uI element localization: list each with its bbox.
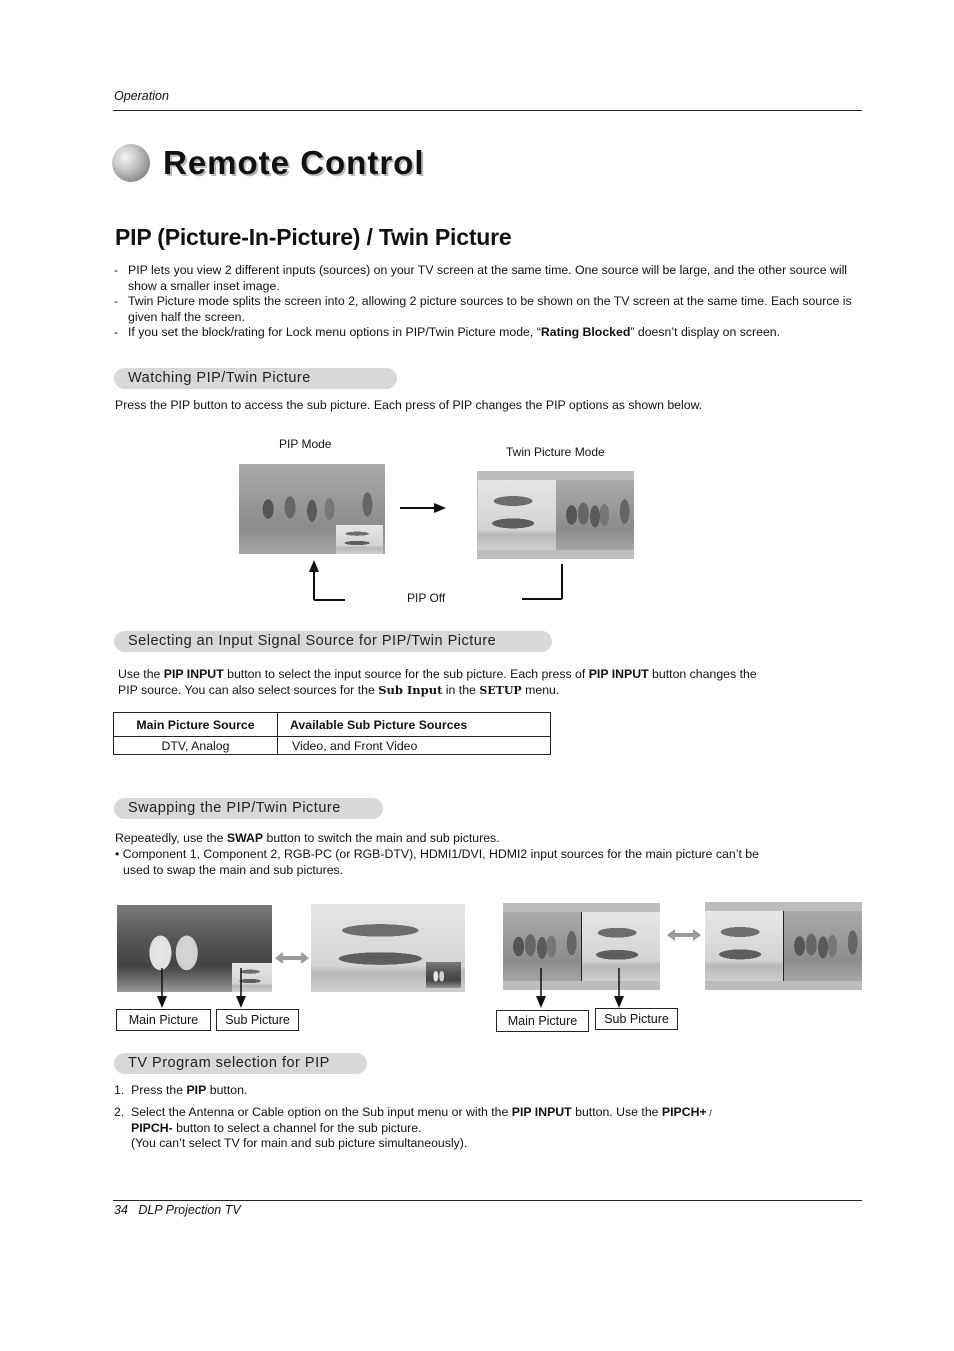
pointer-arrows-icon — [157, 968, 246, 1008]
sub-source-table: Main Picture Source Available Sub Pictur… — [113, 712, 551, 755]
arrow-up-icon — [309, 560, 345, 601]
table-header-row: Main Picture Source Available Sub Pictur… — [113, 712, 551, 737]
subheading-selecting: Selecting an Input Signal Source for PIP… — [114, 631, 552, 652]
intro-bullet: - PIP lets you view 2 different inputs (s… — [114, 263, 848, 293]
sub-picture-label: Sub Picture — [216, 1009, 299, 1031]
main-picture-label: Main Picture — [116, 1009, 211, 1031]
intro-bullet: - Twin Picture mode splits the screen int… — [114, 294, 852, 324]
step-2: 2. Select the Antenna or Cable option on… — [114, 1105, 754, 1151]
arrow-right-icon — [400, 503, 446, 513]
footer: 34 DLP Projection TV — [114, 1203, 241, 1217]
swapping-text: Repeatedly, use the SWAP button to switc… — [115, 830, 775, 878]
pip-mode-label: PIP Mode — [279, 437, 332, 451]
table-header-cell: Available Sub Picture Sources — [277, 712, 551, 737]
sub-picture-label: Sub Picture — [595, 1008, 678, 1030]
twin-mode-label: Twin Picture Mode — [506, 445, 605, 459]
page-number: 34 — [114, 1203, 128, 1217]
twin-right-image — [556, 480, 634, 550]
subheading-watching: Watching PIP/Twin Picture — [114, 368, 397, 389]
swapping-note: • Component 1, Component 2, RGB-PC (or R… — [115, 847, 759, 877]
swap-pip-result-image — [311, 904, 465, 992]
footer-divider — [113, 1200, 862, 1201]
swap-twin-result-image — [705, 902, 862, 990]
section-title: PIP (Picture-In-Picture) / Twin Picture — [115, 224, 512, 250]
table-row: DTV, Analog Video, and Front Video — [113, 736, 551, 755]
table-cell: DTV, Analog — [113, 736, 278, 755]
header-section-label: Operation — [114, 89, 169, 103]
swap-arrow-icon — [667, 929, 701, 941]
table-cell: Video, and Front Video — [277, 736, 551, 755]
watching-text: Press the PIP button to access the sub p… — [115, 398, 703, 412]
step-1: 1. Press the PIP button. — [114, 1083, 248, 1097]
main-picture-label: Main Picture — [496, 1010, 589, 1032]
pip-mode-image — [239, 464, 385, 554]
twin-mode-image — [477, 471, 634, 559]
page-title: Remote Control — [112, 142, 425, 184]
twin-left-image — [478, 480, 556, 550]
pip-inset-image — [336, 525, 383, 554]
table-header-cell: Main Picture Source — [113, 712, 278, 737]
return-line-icon — [522, 564, 563, 600]
swap-result-inset-image — [426, 962, 461, 988]
selecting-text: Use the PIP INPUT button to select the i… — [118, 667, 757, 697]
doc-title: DLP Projection TV — [138, 1203, 241, 1217]
subheading-swapping: Swapping the PIP/Twin Picture — [114, 798, 383, 819]
intro-bullets: - PIP lets you view 2 different inputs (s… — [114, 263, 854, 341]
swap-result-right-image — [784, 911, 862, 981]
swap-arrow-icon — [275, 952, 309, 964]
swap-result-left-image — [705, 911, 783, 981]
title-bullet-icon — [112, 144, 150, 182]
subheading-tv-program: TV Program selection for PIP — [114, 1053, 367, 1074]
pip-off-label: PIP Off — [407, 591, 446, 605]
intro-bullet: - If you set the block/rating for Lock me… — [114, 325, 781, 339]
header-divider — [113, 110, 862, 111]
pointer-arrows-icon — [536, 968, 624, 1008]
page-title-text: Remote Control — [163, 144, 425, 181]
step-2-note: (You can’t select TV for main and sub pi… — [131, 1136, 468, 1150]
